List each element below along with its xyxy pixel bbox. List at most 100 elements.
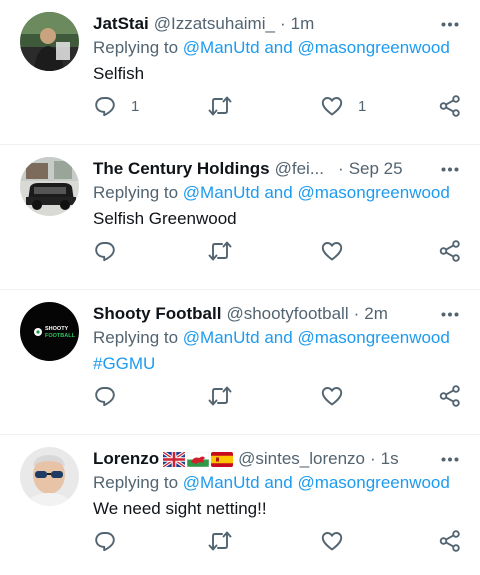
avatar-logo-text: SHOOTY: [45, 326, 69, 332]
share-button[interactable]: [438, 383, 462, 409]
share-icon: [439, 385, 460, 407]
heart-icon: [321, 532, 343, 551]
mention-link[interactable]: @ManUtd: [183, 328, 260, 347]
mention-link[interactable]: @masongreenwood: [297, 473, 449, 492]
avatar-logo-text: FOOTBALL: [45, 333, 76, 339]
heart-icon: [321, 387, 343, 406]
tweet-header: The Century Holdings @fei... · Sep 25: [93, 157, 420, 181]
replying-to: Replying to @ManUtd and @masongreenwood: [93, 183, 450, 203]
mention-link[interactable]: @ManUtd: [183, 38, 260, 57]
replying-to: Replying to @ManUtd and @masongreenwood: [93, 473, 450, 493]
display-name[interactable]: The Century Holdings: [93, 159, 270, 179]
reply-bubble-icon: [95, 97, 115, 117]
avatar[interactable]: [20, 12, 79, 71]
user-handle[interactable]: @Izzatsuhaimi_: [154, 14, 275, 34]
display-name[interactable]: Lorenzo: [93, 449, 159, 469]
mention-link[interactable]: @masongreenwood: [297, 38, 449, 57]
tweet-text: Selfish: [93, 64, 145, 83]
tweet[interactable]: Lorenzo @sintes_lorenzo · 1s Replying to…: [0, 435, 480, 575]
replying-and[interactable]: and: [264, 183, 292, 202]
user-handle[interactable]: @fei...: [275, 159, 324, 179]
share-icon: [439, 95, 460, 117]
replying-prefix: Replying to: [93, 38, 179, 57]
share-icon: [439, 530, 460, 552]
replying-to: Replying to @ManUtd and @masongreenwood: [93, 328, 450, 348]
reply-button[interactable]: [93, 383, 117, 409]
user-handle[interactable]: @shootyfootball: [226, 304, 348, 324]
replying-and[interactable]: and: [264, 38, 292, 57]
tweet-actions: [93, 238, 465, 264]
retweet-icon: [208, 241, 232, 261]
wales-flag-icon: [187, 451, 210, 467]
timestamp[interactable]: 1s: [381, 449, 399, 469]
more-dots-icon[interactable]: [438, 14, 462, 34]
timestamp[interactable]: Sep 25: [349, 159, 403, 179]
retweet-icon: [208, 531, 232, 551]
retweet-button[interactable]: [207, 238, 233, 264]
tweet[interactable]: JatStai @Izzatsuhaimi_ · 1m Replying to …: [0, 0, 480, 145]
tweet-text: We need sight netting!!: [93, 499, 267, 518]
more-dots-icon[interactable]: [438, 304, 462, 324]
like-button[interactable]: [320, 528, 344, 554]
spain-flag-icon: [211, 451, 234, 467]
like-button[interactable]: [320, 383, 344, 409]
share-icon: [439, 240, 460, 262]
reply-button[interactable]: [93, 238, 117, 264]
more-dots-icon[interactable]: [438, 449, 462, 469]
avatar[interactable]: [20, 447, 79, 506]
hashtag-link[interactable]: #GGMU: [93, 354, 155, 374]
retweet-icon: [208, 386, 232, 406]
user-handle[interactable]: @sintes_lorenzo: [238, 449, 365, 469]
heart-icon: [321, 242, 343, 261]
share-button[interactable]: [438, 528, 462, 554]
retweet-button[interactable]: [207, 383, 233, 409]
tweet-text: Selfish Greenwood: [93, 209, 237, 228]
display-name[interactable]: Shooty Football: [93, 304, 221, 324]
like-button[interactable]: [320, 238, 344, 264]
avatar[interactable]: SHOOTY FOOTBALL: [20, 302, 79, 361]
heart-icon: [321, 97, 343, 116]
reply-bubble-icon: [95, 242, 115, 262]
mention-link[interactable]: @ManUtd: [183, 473, 260, 492]
replying-and[interactable]: and: [264, 328, 292, 347]
retweet-button[interactable]: [207, 528, 233, 554]
display-name[interactable]: JatStai: [93, 14, 149, 34]
share-button[interactable]: [438, 238, 462, 264]
tweet[interactable]: SHOOTY FOOTBALL Shooty Football @shootyf…: [0, 290, 480, 435]
separator-dot: ·: [353, 304, 360, 323]
flag-emojis: [163, 451, 234, 467]
tweet-actions: [93, 528, 465, 554]
retweet-icon: [208, 96, 232, 116]
reply-count: 1: [131, 97, 140, 115]
mention-link[interactable]: @masongreenwood: [297, 328, 449, 347]
like-count: 1: [358, 97, 367, 115]
tweet-header: Shooty Football @shootyfootball · 2m: [93, 302, 420, 326]
mention-link[interactable]: @masongreenwood: [297, 183, 449, 202]
tweet-header: Lorenzo @sintes_lorenzo · 1s: [93, 447, 420, 471]
replying-to: Replying to @ManUtd and @masongreenwood: [93, 38, 450, 58]
avatar[interactable]: [20, 157, 79, 216]
timestamp[interactable]: 2m: [364, 304, 388, 324]
like-button[interactable]: 1: [320, 93, 366, 119]
reply-bubble-icon: [95, 532, 115, 552]
tweet-actions: 1 1: [93, 93, 465, 119]
replying-prefix: Replying to: [93, 473, 179, 492]
separator-dot: ·: [370, 449, 376, 468]
reply-button[interactable]: 1: [93, 93, 139, 119]
replying-and[interactable]: and: [264, 473, 292, 492]
separator-dot: ·: [338, 159, 344, 178]
share-button[interactable]: [438, 93, 462, 119]
reply-bubble-icon: [95, 387, 115, 407]
uk-flag-icon: [163, 451, 186, 467]
separator-dot: ·: [279, 14, 286, 33]
tweet-feed: JatStai @Izzatsuhaimi_ · 1m Replying to …: [0, 0, 480, 575]
replying-prefix: Replying to: [93, 183, 179, 202]
more-dots-icon[interactable]: [438, 159, 462, 179]
mention-link[interactable]: @ManUtd: [183, 183, 260, 202]
reply-button[interactable]: [93, 528, 117, 554]
tweet-actions: [93, 383, 465, 409]
timestamp[interactable]: 1m: [291, 14, 315, 34]
tweet[interactable]: The Century Holdings @fei... · Sep 25 Re…: [0, 145, 480, 290]
retweet-button[interactable]: [207, 93, 233, 119]
replying-prefix: Replying to: [93, 328, 179, 347]
